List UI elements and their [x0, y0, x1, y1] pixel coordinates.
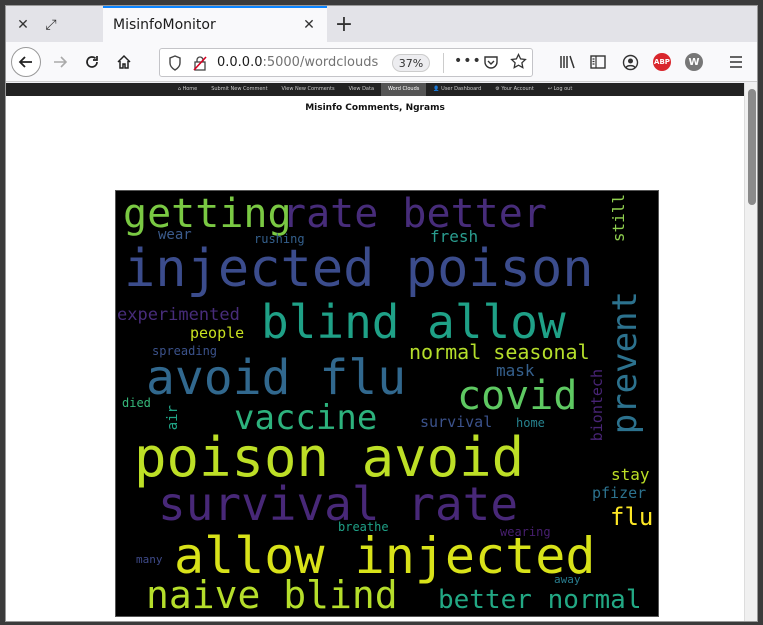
- forward-arrow-icon[interactable]: [46, 48, 74, 76]
- url-bar[interactable]: 0.0.0.0:5000/wordclouds 37% •••: [159, 48, 533, 77]
- insecure-lock-icon[interactable]: [192, 55, 208, 75]
- navigation-toolbar: 0.0.0.0:5000/wordclouds 37% ••• ABP W: [6, 42, 757, 82]
- word-cloud-word: died: [122, 396, 151, 410]
- nav-submit-comment-link[interactable]: Submit New Comment: [204, 83, 274, 96]
- word-cloud-word: avoid flu: [146, 350, 407, 406]
- urlbar-divider: [443, 53, 444, 73]
- word-cloud-word: flu: [610, 503, 654, 531]
- word-cloud-word: away: [554, 573, 581, 586]
- word-cloud-word: biontech: [588, 369, 606, 442]
- word-cloud-word: better normal: [438, 585, 642, 615]
- pocket-icon[interactable]: [483, 54, 499, 74]
- fullscreen-icon[interactable]: ⤢: [40, 14, 62, 36]
- word-cloud-word: normal seasonal: [409, 340, 590, 364]
- w-extension-label: W: [685, 53, 703, 71]
- word-cloud-word: getting: [123, 191, 292, 237]
- word-cloud-word: stay: [611, 465, 650, 484]
- back-arrow-icon[interactable]: [11, 47, 41, 77]
- word-cloud-word: experimented: [117, 305, 240, 325]
- word-cloud-word: people: [190, 324, 245, 342]
- word-cloud-word: pfizer: [592, 484, 647, 502]
- abp-label: ABP: [653, 53, 671, 71]
- page-scrollbar[interactable]: [744, 83, 757, 621]
- hamburger-menu-icon[interactable]: [722, 48, 750, 76]
- nav-log-out-link[interactable]: ↩ Log out: [541, 83, 580, 96]
- nav-your-account-link[interactable]: ⚙ Your Account: [488, 83, 541, 96]
- extension-w-icon[interactable]: W: [680, 48, 708, 76]
- nav-home-link[interactable]: ⌂ Home: [171, 83, 205, 96]
- home-icon[interactable]: [110, 48, 138, 76]
- word-cloud-word: many: [136, 553, 163, 566]
- word-cloud-word: prevent: [605, 291, 645, 435]
- word-cloud-word: blind allow: [261, 295, 566, 349]
- tab-close-icon[interactable]: ✕: [299, 15, 319, 35]
- word-cloud-word: injected poison: [124, 239, 594, 299]
- library-icon[interactable]: [554, 48, 582, 76]
- zoom-level-badge[interactable]: 37%: [392, 54, 430, 72]
- word-cloud-image: getting rate better still wear rushing f…: [115, 190, 659, 617]
- account-icon[interactable]: [616, 48, 644, 76]
- browser-window: ✕ ⤢ MisinfoMonitor ✕ + 0.0.0.0:5000/word…: [5, 5, 758, 622]
- page-title: Misinfo Comments, Ngrams: [305, 103, 445, 113]
- tab-strip: ✕ ⤢ MisinfoMonitor ✕ +: [6, 6, 757, 42]
- adblock-plus-icon[interactable]: ABP: [648, 48, 676, 76]
- url-path: :5000/wordclouds: [262, 55, 379, 70]
- nav-view-data-link[interactable]: View Data: [342, 83, 381, 96]
- shield-icon[interactable]: [168, 55, 182, 75]
- nav-view-new-comments-link[interactable]: View New Comments: [275, 83, 342, 96]
- reload-icon[interactable]: [78, 48, 106, 76]
- bookmark-star-icon[interactable]: [510, 52, 527, 74]
- active-tab[interactable]: MisinfoMonitor ✕: [103, 6, 327, 42]
- word-cloud-word: rate better: [282, 191, 547, 237]
- word-cloud-word: still: [609, 194, 628, 243]
- site-navbar: ⌂ Home Submit New Comment View New Comme…: [6, 83, 744, 96]
- scrollbar-thumb[interactable]: [748, 89, 756, 205]
- page-actions-icon[interactable]: •••: [454, 53, 482, 69]
- new-tab-button[interactable]: +: [332, 12, 356, 37]
- sidebar-icon[interactable]: [584, 48, 612, 76]
- word-cloud-word: naive blind: [146, 573, 398, 617]
- nav-word-clouds-link[interactable]: Word Clouds: [381, 83, 427, 96]
- url-text[interactable]: 0.0.0.0:5000/wordclouds: [217, 55, 378, 70]
- page-viewport: ⌂ Home Submit New Comment View New Comme…: [6, 83, 744, 621]
- tab-title: MisinfoMonitor: [113, 17, 216, 33]
- nav-user-dashboard-link[interactable]: 👤 User Dashboard: [426, 83, 488, 96]
- close-window-icon[interactable]: ✕: [12, 14, 34, 36]
- word-cloud-word: covid: [457, 373, 578, 419]
- url-host: 0.0.0.0: [217, 55, 263, 70]
